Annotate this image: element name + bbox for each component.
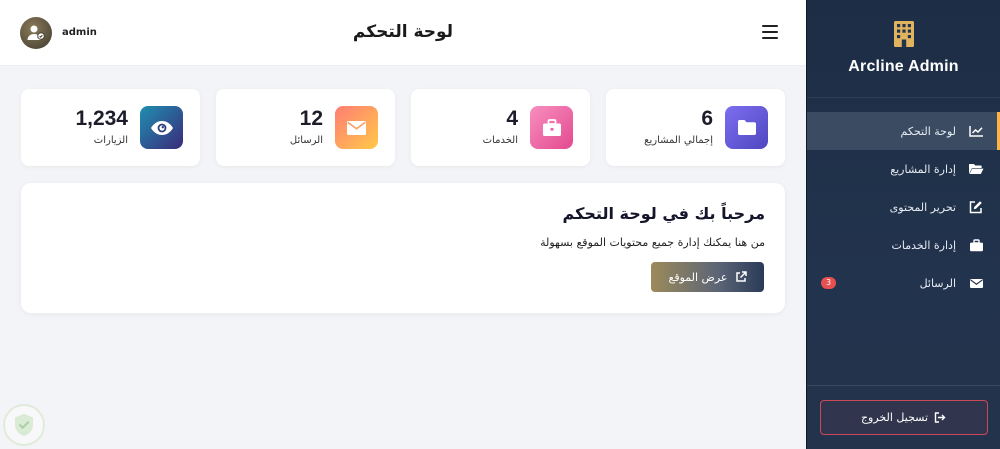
eye-icon	[140, 106, 183, 149]
briefcase-icon	[530, 106, 573, 149]
stat-value: 6	[701, 107, 713, 130]
stat-label: الزيارات	[93, 135, 128, 146]
envelope-icon	[968, 276, 984, 290]
stats-row: 6 إجمالي المشاريع 4 الخدمات 12 الرسائل 1…	[21, 89, 785, 166]
folder-open-icon	[968, 162, 984, 176]
shield-check-icon	[15, 414, 33, 436]
view-site-label: عرض الموقع	[668, 270, 728, 284]
sidebar-item-label: الرسائل	[919, 276, 956, 290]
stat-value: 4	[506, 107, 518, 130]
stat-value: 1,234	[75, 107, 128, 130]
external-link-icon	[735, 271, 747, 282]
sidebar-item-label: إدارة الخدمات	[891, 238, 956, 252]
menu-toggle-button[interactable]	[762, 25, 778, 39]
stat-card-services: 4 الخدمات	[411, 89, 590, 166]
hamburger-icon	[762, 25, 778, 27]
folder-icon	[725, 106, 768, 149]
stat-label: الخدمات	[482, 135, 518, 146]
logout-button[interactable]: تسجيل الخروج	[819, 400, 988, 435]
chart-line-icon	[968, 124, 984, 138]
welcome-text: من هنا يمكنك إدارة جميع محتويات الموقع ب…	[540, 236, 765, 249]
sidebar-item-label: إدارة المشاريع	[890, 162, 956, 176]
welcome-title: مرحباً بك في لوحة التحكم	[562, 204, 765, 223]
welcome-panel: مرحباً بك في لوحة التحكم من هنا يمكنك إد…	[21, 183, 785, 313]
top-bar: admin لوحة التحكم	[0, 0, 806, 66]
sidebar-nav: لوحة التحكم إدارة المشاريع تحرير المحتوى…	[807, 112, 1000, 302]
stat-card-messages: 12 الرسائل	[216, 89, 395, 166]
briefcase-icon	[968, 238, 984, 252]
sidebar-item-projects[interactable]: إدارة المشاريع	[807, 150, 1000, 188]
brand[interactable]: Arcline Admin	[807, 0, 1000, 98]
stat-card-visits: 1,234 الزيارات	[21, 89, 200, 166]
sidebar-item-messages[interactable]: 3 الرسائل	[807, 264, 1000, 302]
building-icon	[893, 21, 914, 47]
view-site-button[interactable]: عرض الموقع	[651, 262, 764, 292]
sidebar-item-label: تحرير المحتوى	[889, 200, 956, 214]
watermark-logo	[3, 404, 45, 446]
sidebar-item-dashboard[interactable]: لوحة التحكم	[807, 112, 1000, 150]
sidebar-item-content[interactable]: تحرير المحتوى	[807, 188, 1000, 226]
sidebar-item-label: لوحة التحكم	[900, 124, 956, 138]
page-title: لوحة التحكم	[352, 22, 454, 42]
sign-out-icon	[934, 412, 946, 423]
stat-card-projects: 6 إجمالي المشاريع	[606, 89, 785, 166]
messages-count-badge: 3	[821, 277, 837, 289]
stat-value: 12	[299, 107, 323, 130]
sidebar-item-services[interactable]: إدارة الخدمات	[807, 226, 1000, 264]
stat-label: إجمالي المشاريع	[644, 135, 713, 146]
stat-label: الرسائل	[289, 135, 323, 146]
envelope-icon	[335, 106, 378, 149]
sidebar-footer: تسجيل الخروج	[807, 385, 1000, 449]
logout-label: تسجيل الخروج	[860, 411, 929, 424]
brand-name: Arcline Admin	[848, 58, 959, 75]
edit-icon	[968, 200, 984, 214]
sidebar: Arcline Admin لوحة التحكم إدارة المشاريع…	[806, 0, 1000, 449]
